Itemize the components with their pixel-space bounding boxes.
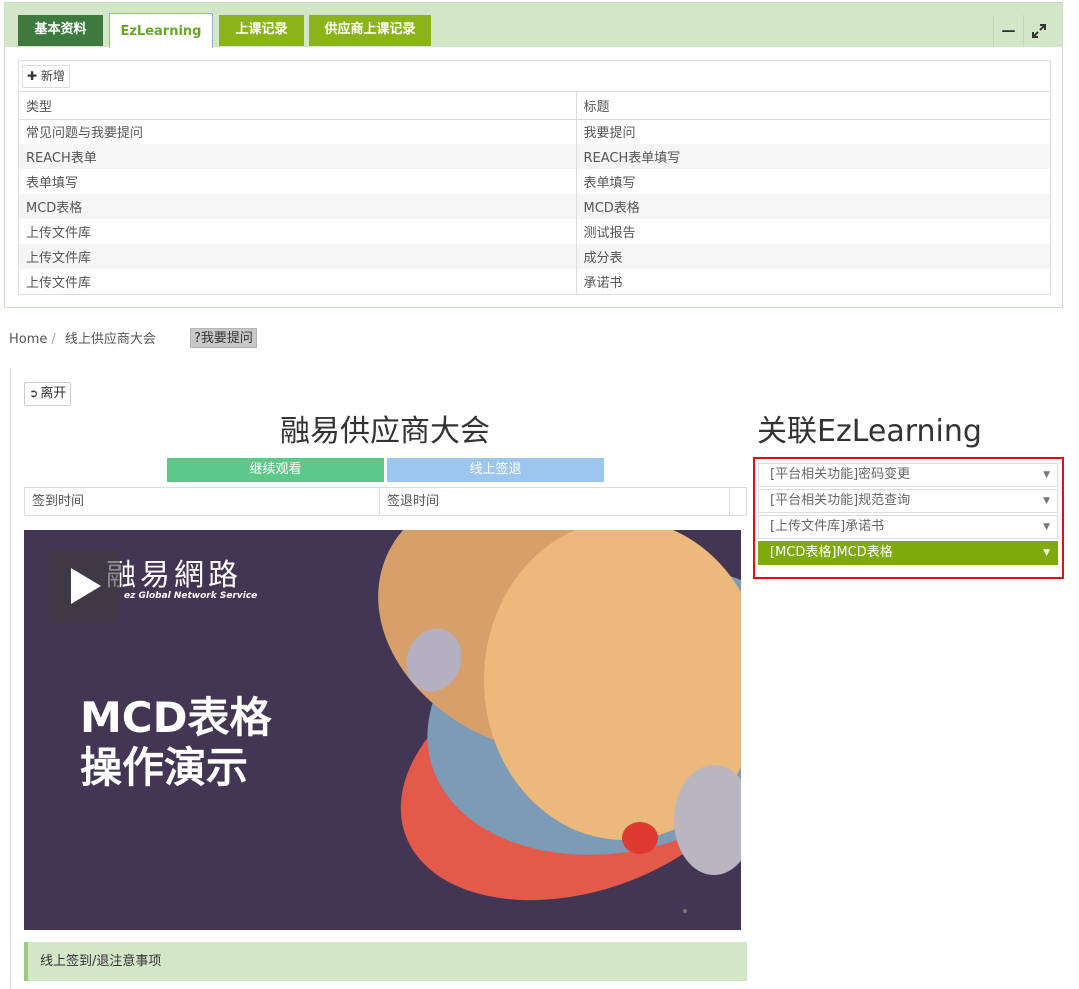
tab-ezlearning[interactable]: EzLearning <box>109 13 213 48</box>
table-row[interactable]: 上传文件库 承诺书 <box>19 269 1050 294</box>
table-row[interactable]: REACH表单 REACH表单填写 <box>19 144 1050 169</box>
related-item-label: [平台相关功能]规范查询 <box>770 493 911 508</box>
leave-button[interactable]: ➲ 离开 <box>24 382 72 406</box>
related-item[interactable]: [平台相关功能]规范查询 ▼ <box>758 489 1058 513</box>
cell-type: MCD表格 <box>19 194 577 219</box>
breadcrumb: Home / 线上供应商大会 <box>9 328 156 347</box>
cell-title: 承诺书 <box>583 276 623 291</box>
video-title-line1: MCD表格 <box>80 693 272 742</box>
breadcrumb-separator: / <box>51 332 56 347</box>
exit-icon: ➲ <box>29 387 39 400</box>
cell-title: REACH表单填写 <box>576 144 1050 169</box>
cell-type: 上传文件库 <box>19 269 577 294</box>
cell-type: REACH表单 <box>19 144 577 169</box>
checkin-time-header: 签到时间 <box>25 488 380 515</box>
cell-title: 测试报告 <box>583 226 636 241</box>
breadcrumb-home[interactable]: Home <box>9 332 47 347</box>
cell-type: 上传文件库 <box>19 219 577 244</box>
video-title-line2: 操作演示 <box>80 743 249 792</box>
panel-header: 基本资料 EzLearning 上课记录 供应商上课记录 — <box>5 3 1062 48</box>
related-item[interactable]: [平台相关功能]密码变更 ▼ <box>758 463 1058 487</box>
add-button[interactable]: ✚ 新增 <box>22 65 70 88</box>
leave-label: 离开 <box>40 386 67 401</box>
sign-notice-bar[interactable]: 线上签到/退注意事项 <box>24 942 747 981</box>
cell-type: 上传文件库 <box>19 244 577 269</box>
column-header-type[interactable]: 类型 <box>19 92 577 120</box>
related-item-label: [平台相关功能]密码变更 <box>770 467 911 482</box>
video-title: MCD表格 操作演示 <box>80 693 271 793</box>
table-row[interactable]: 表单填写 表单填写 <box>19 169 1050 194</box>
checkout-time-header: 签退时间 <box>380 488 730 515</box>
continue-watching-button[interactable]: 继续观看 <box>167 458 384 482</box>
tab-supplier-class-records[interactable]: 供应商上课记录 <box>309 15 431 46</box>
play-button[interactable] <box>49 550 120 623</box>
cell-title: MCD表格 <box>576 194 1050 219</box>
caret-down-icon: ▼ <box>1043 470 1050 480</box>
brand-logo-subtext: ez Global Network Service <box>124 591 258 601</box>
table-row[interactable]: 常见问题与我要提问 我要提问 <box>19 119 1050 144</box>
caret-down-icon: ▼ <box>1043 496 1050 506</box>
table-row[interactable]: 上传文件库 测试报告 <box>19 219 1050 244</box>
sign-time-table: 签到时间 签退时间 <box>24 487 747 516</box>
related-item-label: [MCD表格]MCD表格 <box>770 545 893 560</box>
ask-question-button[interactable]: ?我要提问 <box>190 328 257 348</box>
cell-title: 成分表 <box>576 244 1050 269</box>
related-item-label: [上传文件库]承诺书 <box>770 519 885 534</box>
play-icon <box>71 568 101 604</box>
cell-type: 表单填写 <box>19 169 577 194</box>
page-title: 融易供应商大会 <box>280 414 490 449</box>
empty-cell <box>730 488 737 515</box>
add-label: 新增 <box>40 69 65 83</box>
minimize-icon[interactable]: — <box>993 15 1023 47</box>
tab-basic-info[interactable]: 基本资料 <box>18 15 103 46</box>
tab-panel: 基本资料 EzLearning 上课记录 供应商上课记录 — ✚ 新增 类型 标… <box>4 2 1063 308</box>
ezlearning-table: ✚ 新增 类型 标题 常见问题与我要提问 我要提问 REACH表单 REACH表单填… <box>18 60 1051 295</box>
related-ezlearning-title: 关联EzLearning <box>757 414 982 449</box>
related-item-selected[interactable]: [MCD表格]MCD表格 ▼ <box>758 541 1058 565</box>
caret-down-icon: ▼ <box>1043 522 1050 532</box>
content-divider <box>10 368 11 989</box>
cell-title: 表单填写 <box>583 176 636 191</box>
cell-title: 我要提问 <box>583 126 636 142</box>
sign-out-button[interactable]: 线上签退 <box>387 458 604 482</box>
brand-logo-text: 融易網路 <box>106 558 242 593</box>
table-row[interactable]: 上传文件库 成分表 <box>19 244 1050 269</box>
column-header-title[interactable]: 标题 <box>576 92 1050 120</box>
cell-type: 常见问题与我要提问 <box>19 119 577 144</box>
tab-class-records[interactable]: 上课记录 <box>219 15 304 46</box>
plus-icon: ✚ <box>27 69 38 83</box>
breadcrumb-current: 线上供应商大会 <box>64 332 156 347</box>
related-item[interactable]: [上传文件库]承诺书 ▼ <box>758 515 1058 539</box>
caret-down-icon: ▼ <box>1043 548 1050 558</box>
table-row[interactable]: MCD表格 MCD表格 <box>19 194 1050 219</box>
expand-icon[interactable] <box>1023 15 1053 47</box>
